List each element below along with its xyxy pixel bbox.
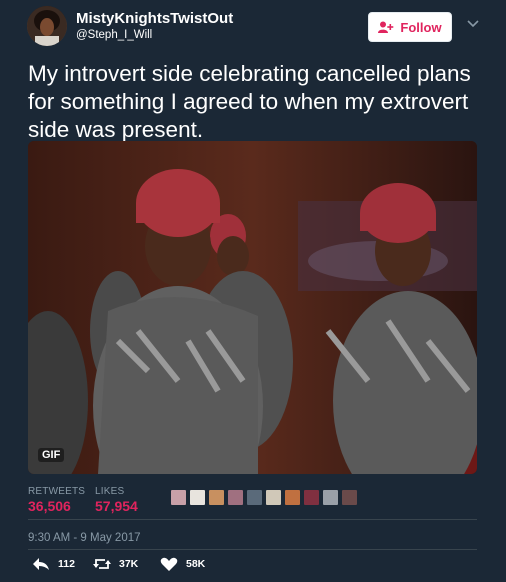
divider [28, 519, 477, 520]
reply-button[interactable]: 112 [32, 557, 75, 571]
retweets-count[interactable]: 36,506 [28, 498, 71, 514]
retweets-label: RETWEETS [28, 486, 86, 497]
tweet-text: My introvert side celebrating cancelled … [28, 61, 471, 142]
like-button[interactable]: 58K [160, 557, 205, 571]
liker-avatar[interactable] [246, 489, 263, 506]
liker-avatar[interactable] [265, 489, 282, 506]
like-count: 58K [186, 558, 206, 570]
likes-count[interactable]: 57,954 [95, 498, 138, 514]
liker-avatar[interactable] [284, 489, 301, 506]
follow-button[interactable]: Follow [368, 12, 452, 42]
avatar-image [27, 6, 67, 46]
user-handle[interactable]: @Steph_I_Will [76, 29, 152, 41]
liker-avatar[interactable] [189, 489, 206, 506]
divider [28, 549, 477, 550]
likes-label: LIKES [95, 486, 125, 497]
gif-image [28, 141, 477, 474]
retweet-count: 37K [119, 558, 139, 570]
display-name[interactable]: MistyKnightsTwistOut [76, 10, 233, 27]
retweet-icon [93, 559, 111, 569]
avatar[interactable] [27, 6, 67, 46]
follow-label: Follow [400, 19, 442, 35]
add-user-icon [378, 21, 394, 33]
gif-badge: GIF [38, 448, 65, 462]
liker-avatar[interactable] [208, 489, 225, 506]
liker-avatar[interactable] [170, 489, 187, 506]
retweet-button[interactable]: 37K [93, 557, 138, 571]
liker-avatar[interactable] [227, 489, 244, 506]
liker-avatars [170, 489, 358, 506]
liker-avatar[interactable] [322, 489, 339, 506]
liker-avatar[interactable] [303, 489, 320, 506]
liker-avatar[interactable] [341, 489, 358, 506]
reply-count: 112 [58, 558, 75, 570]
timestamp[interactable]: 9:30 AM - 9 May 2017 [28, 532, 141, 544]
reply-icon [33, 558, 49, 570]
chevron-down-icon[interactable] [466, 18, 480, 28]
gif-media[interactable]: GIF [28, 141, 477, 474]
heart-icon [160, 557, 178, 571]
